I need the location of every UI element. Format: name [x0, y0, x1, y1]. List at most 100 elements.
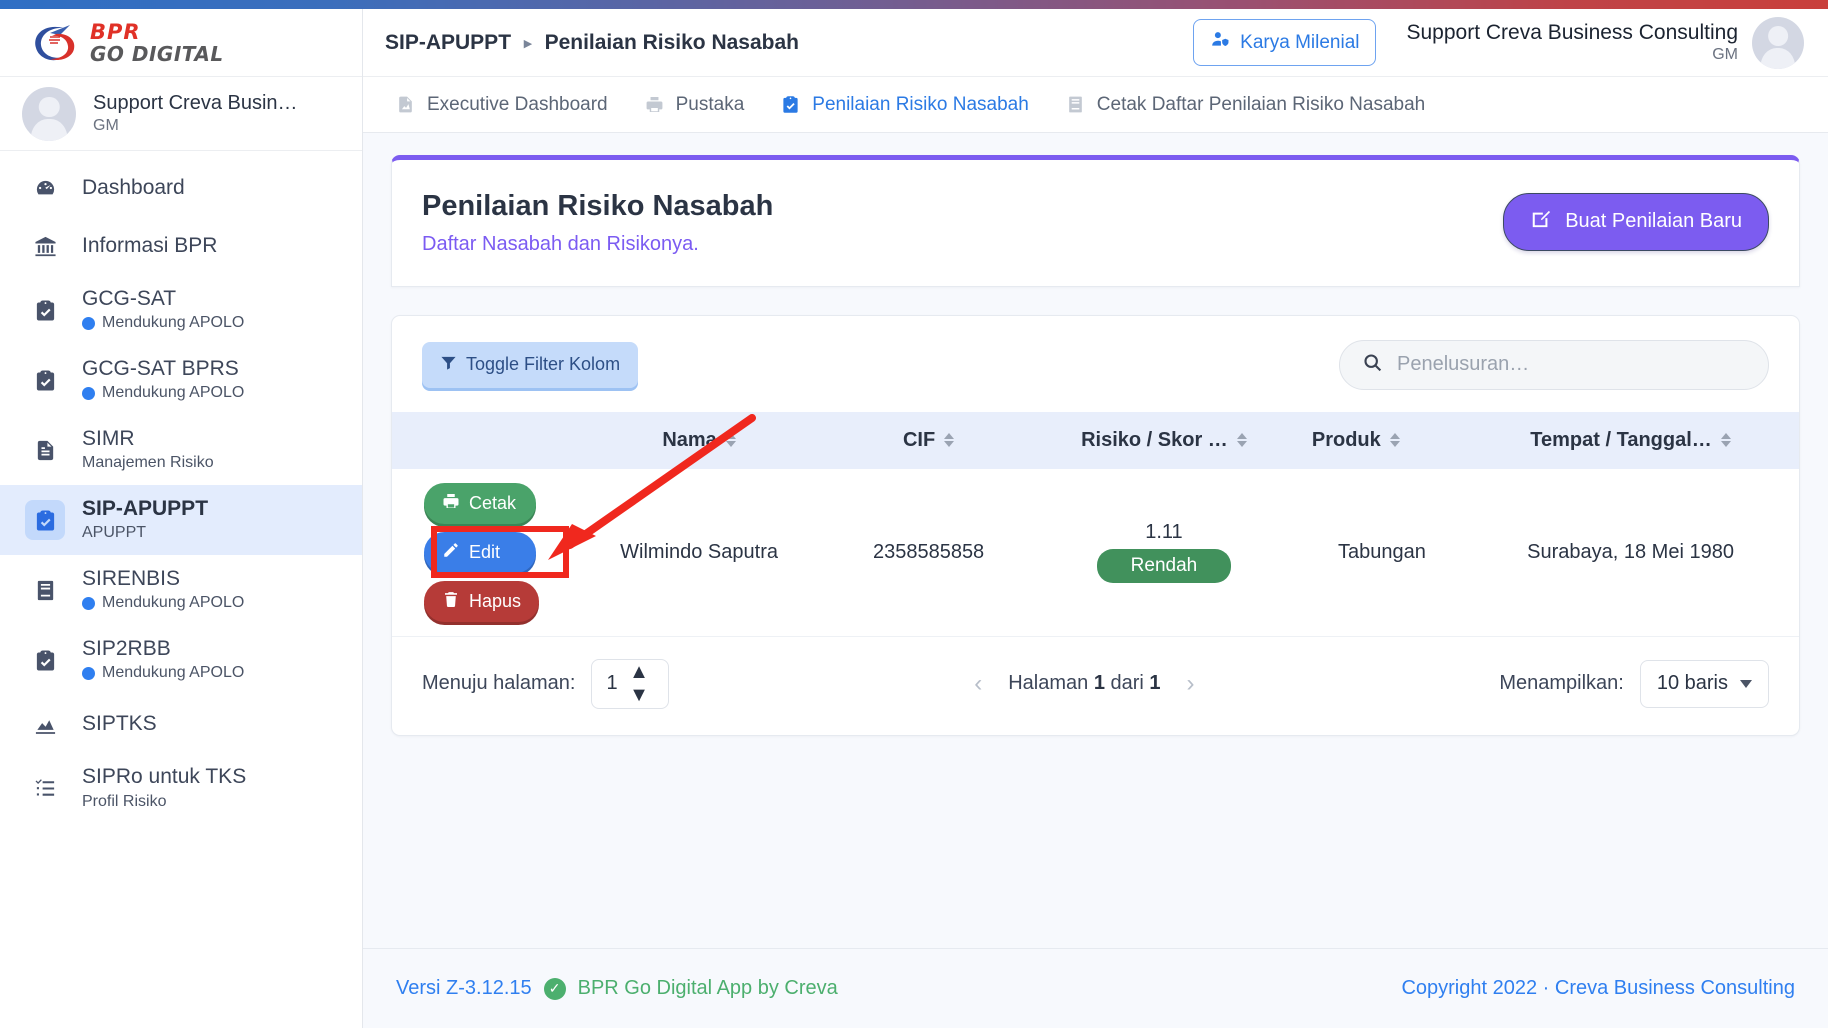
document-icon: [30, 435, 60, 465]
sidebar-item-label: Informasi BPR: [82, 233, 218, 257]
sort-arrows-icon[interactable]: [725, 433, 736, 448]
footer-version[interactable]: Versi Z-3.12.15: [396, 977, 532, 1000]
sidebar-item-siptks[interactable]: SIPTKS: [0, 695, 362, 753]
column-header-produk[interactable]: Produk: [1302, 412, 1462, 469]
sidebar-item-dashboard[interactable]: Dashboard: [0, 159, 362, 217]
buat-penilaian-baru-button[interactable]: Buat Penilaian Baru: [1503, 192, 1769, 251]
page-subtitle: Daftar Nasabah dan Risikonya.: [422, 232, 699, 255]
sort-arrows-icon[interactable]: [1389, 433, 1400, 448]
sidebar-item-sip2rbb[interactable]: SIP2RBB Mendukung APOLO: [0, 625, 362, 695]
sidebar: BPR GO DIGITAL Support Creva Busin… GM D…: [0, 9, 363, 1028]
clipboard-check-icon: [25, 500, 65, 541]
search-input[interactable]: [1397, 353, 1746, 377]
bank-icon: [30, 231, 60, 261]
page-current: 1: [1093, 672, 1105, 695]
sidebar-item-label: GCG-SAT BPRS: [82, 357, 239, 381]
column-header-tempat-tanggal-[interactable]: Tempat / Tanggal…: [1462, 412, 1799, 469]
goto-page-stepper[interactable]: 1 ▲ ▼: [591, 658, 670, 709]
page-info-prefix: Halaman: [1008, 672, 1089, 695]
sidebar-item-sipro-untuk-tks[interactable]: SIPRo untuk TKS Profil Risiko: [0, 753, 362, 823]
topbar-avatar[interactable]: [1752, 16, 1804, 69]
toggle-filter-kolom-button[interactable]: Toggle Filter Kolom: [422, 341, 639, 388]
brand-logo[interactable]: BPR GO DIGITAL: [0, 9, 362, 77]
column-header-nama[interactable]: Nama: [567, 412, 831, 469]
printer-icon: [442, 492, 460, 515]
column-header-inner: Produk: [1312, 429, 1400, 452]
tab-executive-dashboard[interactable]: Executive Dashboard: [395, 94, 608, 116]
sidebar-item-gcg-sat[interactable]: GCG-SAT Mendukung APOLO: [0, 275, 362, 345]
sidebar-user-role: GM: [93, 116, 119, 134]
search-box[interactable]: [1339, 339, 1769, 390]
edit-button[interactable]: Edit: [424, 531, 536, 573]
buat-penilaian-baru-label: Buat Penilaian Baru: [1565, 210, 1742, 233]
column-header-risiko-skor-[interactable]: Risiko / Skor …: [1026, 412, 1302, 469]
cell-produk: Tabungan: [1301, 468, 1463, 637]
sidebar-item-label: SIMR: [82, 427, 135, 451]
sidebar-item-sirenbis[interactable]: SIRENBIS Mendukung APOLO: [0, 555, 362, 625]
cell-nama: Wilmindo Saputra: [567, 468, 832, 637]
hapus-button[interactable]: Hapus: [424, 580, 540, 622]
sidebar-user-text: Support Creva Busin… GM: [93, 91, 298, 137]
tab-pustaka[interactable]: Pustaka: [644, 94, 744, 116]
sidebar-item-sublabel: Manajemen Risiko: [82, 453, 214, 474]
cell-cif: 2358585858: [831, 468, 1027, 637]
tab-cetak-daftar-penilaian-risiko-nasabah[interactable]: Cetak Daftar Penilaian Risiko Nasabah: [1065, 94, 1425, 116]
sidebar-user-block[interactable]: Support Creva Busin… GM: [0, 77, 362, 151]
chevron-down-icon: [1740, 679, 1752, 688]
funnel-icon: [440, 354, 457, 376]
sidebar-item-sublabel: APUPPT: [82, 523, 208, 544]
breadcrumb-root[interactable]: SIP-APUPPT: [385, 31, 511, 55]
app-root: BPR GO DIGITAL Support Creva Busin… GM D…: [0, 0, 1828, 1028]
clipboard-check-icon: [780, 94, 801, 115]
page-info: Halaman 1 dari 1: [1008, 672, 1160, 695]
next-page-button[interactable]: ›: [1187, 670, 1195, 698]
sidebar-item-label: SIP-APUPPT: [82, 497, 209, 521]
tab-label: Cetak Daftar Penilaian Risiko Nasabah: [1096, 93, 1426, 115]
column-header-label: Tempat / Tanggal…: [1530, 428, 1712, 451]
sidebar-item-informasi-bpr[interactable]: Informasi BPR: [0, 217, 362, 275]
table-body: Cetak Edit Hapus Wilmindo Saputra 2358585858…: [392, 468, 1799, 637]
rows-per-page-select[interactable]: 10 baris: [1639, 659, 1769, 708]
sidebar-item-text: SIPRo untuk TKS Profil Risiko: [82, 764, 246, 812]
stepper-down-icon[interactable]: ▼: [629, 685, 660, 705]
brand-text: BPR GO DIGITAL: [90, 21, 224, 64]
chart-area-icon: [30, 709, 60, 739]
tab-label: Penilaian Risiko Nasabah: [812, 93, 1029, 115]
bpr-logo-icon: [30, 21, 82, 65]
column-header-inner: CIF: [903, 429, 955, 452]
sort-arrows-icon[interactable]: [1236, 433, 1247, 448]
edit-square-icon: [1530, 208, 1552, 236]
risk-level-badge: Rendah: [1096, 549, 1232, 584]
trash-icon: [442, 590, 460, 613]
sidebar-item-sublabel: Mendukung APOLO: [82, 383, 244, 404]
stepper-arrows-icon[interactable]: ▲ ▼: [629, 662, 660, 705]
goto-page-label: Menuju halaman:: [422, 672, 576, 695]
sidebar-item-text: Informasi BPR: [82, 233, 217, 259]
sidebar-item-gcg-sat-bprs[interactable]: GCG-SAT BPRS Mendukung APOLO: [0, 345, 362, 415]
karya-milenial-button[interactable]: Karya Milenial: [1193, 19, 1377, 66]
sort-arrows-icon[interactable]: [1720, 433, 1731, 448]
topbar-user[interactable]: Support Creva Business Consulting GM: [1406, 16, 1804, 69]
sidebar-item-label: SIPTKS: [82, 712, 157, 736]
sidebar-item-text: Dashboard: [82, 175, 185, 201]
sort-arrows-icon[interactable]: [944, 433, 955, 448]
tab-penilaian-risiko-nasabah[interactable]: Penilaian Risiko Nasabah: [780, 94, 1029, 116]
sidebar-item-label: Dashboard: [82, 175, 185, 199]
pagination-right: Menampilkan: 10 baris: [1499, 659, 1769, 708]
prev-page-button[interactable]: ‹: [974, 670, 982, 698]
show-rows-label: Menampilkan:: [1499, 672, 1624, 695]
report-icon: [395, 94, 416, 115]
topbar-user-role: GM: [1712, 45, 1738, 63]
sidebar-item-simr[interactable]: SIMR Manajemen Risiko: [0, 415, 362, 485]
risk-score-value: 1.11: [1145, 521, 1183, 544]
sidebar-item-sip-apuppt[interactable]: SIP-APUPPT APUPPT: [0, 485, 362, 556]
cetak-button[interactable]: Cetak: [424, 482, 536, 524]
sidebar-user-name: Support Creva Busin…: [93, 91, 298, 114]
column-header-cif[interactable]: CIF: [831, 412, 1026, 469]
sidebar-item-label: SIP2RBB: [82, 637, 171, 661]
stepper-up-icon[interactable]: ▲: [629, 662, 660, 682]
main-column: SIP-APUPPT ▸ Penilaian Risiko Nasabah Ka…: [363, 9, 1828, 1028]
table-toolbar: Toggle Filter Kolom: [392, 316, 1799, 412]
sidebar-item-sublabel-text: Profil Risiko: [82, 792, 167, 810]
top-gradient-bar: [0, 0, 1828, 9]
